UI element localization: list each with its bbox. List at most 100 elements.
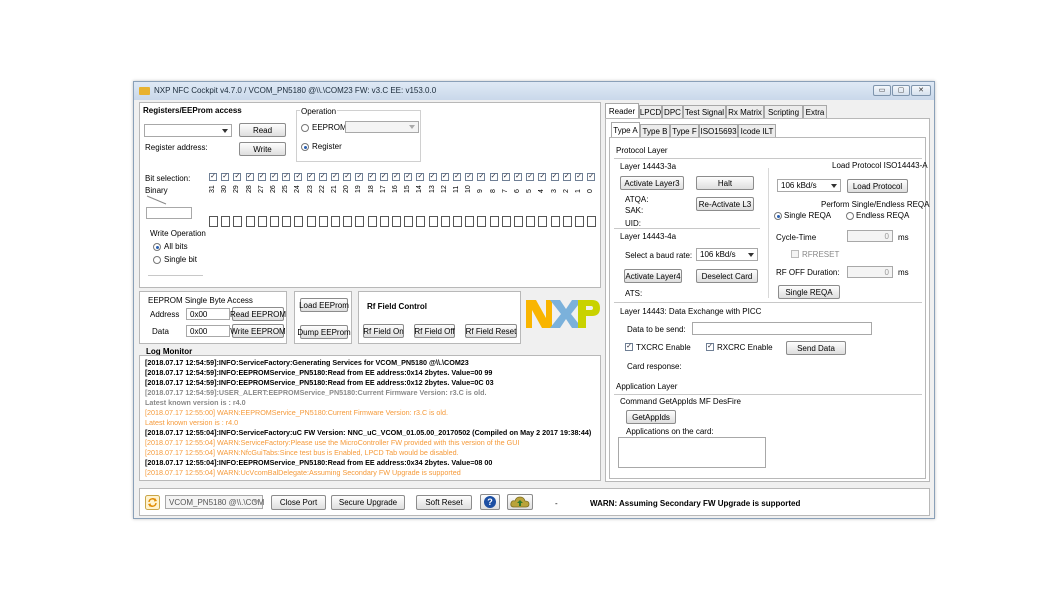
bit-checkbox[interactable]: ✓ [392, 173, 400, 181]
bit-1-select[interactable]: ✓ 1 [575, 173, 584, 197]
activate-layer3-button[interactable]: Activate Layer3 [620, 176, 684, 190]
bit-25-value[interactable] [282, 216, 292, 227]
bit-8-select[interactable]: ✓ 8 [489, 173, 499, 197]
title-bar[interactable]: NXP NFC Cockpit v4.7.0 / VCOM_PN5180 @\\… [134, 82, 934, 100]
bit-5-select[interactable]: ✓ 5 [526, 173, 535, 197]
write-button[interactable]: Write [239, 142, 286, 156]
getappids-button[interactable]: GetAppIds [626, 410, 676, 424]
bit-27-select[interactable]: ✓ 27 [257, 173, 267, 197]
bit-26-select[interactable]: ✓ 26 [270, 173, 279, 197]
close-button[interactable]: ✕ [911, 85, 931, 96]
bit-checkbox[interactable]: ✓ [343, 173, 352, 181]
bit-11-select[interactable]: ✓ 11 [453, 173, 462, 197]
bit-checkbox[interactable]: ✓ [233, 173, 242, 181]
bit-14-select[interactable]: ✓ 14 [416, 173, 425, 197]
baud-rate-combo[interactable]: 106 kBd/s [696, 248, 758, 261]
secure-upgrade-button[interactable]: Secure Upgrade [331, 495, 405, 510]
single-reqa-radio[interactable] [774, 212, 782, 220]
bit-9-value[interactable] [477, 216, 487, 227]
eeprom-radio[interactable] [301, 124, 309, 132]
subtab-iso15693[interactable]: ISO15693 [699, 124, 738, 137]
deselect-card-button[interactable]: Deselect Card [696, 269, 758, 283]
bit-checkbox[interactable]: ✓ [379, 173, 388, 181]
bit-checkbox[interactable]: ✓ [306, 173, 315, 181]
bit-7-value[interactable] [501, 216, 511, 227]
bit-checkbox[interactable]: ✓ [453, 173, 461, 181]
bit-10-select[interactable]: ✓ 10 [465, 173, 474, 197]
restore-button[interactable]: ▢ [892, 85, 910, 96]
bit-6-select[interactable]: ✓ 6 [514, 173, 523, 197]
bit-30-value[interactable] [221, 216, 231, 227]
bit-23-value[interactable] [306, 216, 316, 227]
refresh-icon[interactable] [145, 495, 160, 510]
all-bits-radio[interactable] [153, 243, 161, 251]
bit-18-value[interactable] [367, 216, 377, 227]
rf-field-off-button[interactable]: Rf Field Off [414, 324, 455, 338]
help-button[interactable]: ? [480, 494, 500, 510]
bit-checkbox[interactable]: ✓ [428, 173, 437, 181]
bit-checkbox[interactable]: ✓ [514, 173, 522, 181]
rfreset-checkbox[interactable] [791, 250, 799, 258]
bit-15-select[interactable]: ✓ 15 [404, 173, 413, 197]
apps-on-card-list[interactable] [618, 437, 766, 468]
bit-30-select[interactable]: ✓ 30 [221, 173, 230, 197]
bit-checkbox[interactable]: ✓ [440, 173, 449, 181]
bit-29-value[interactable] [233, 216, 243, 227]
tab-dpc[interactable]: DPC [662, 105, 683, 118]
bit-24-select[interactable]: ✓ 24 [294, 173, 303, 197]
rf-off-duration-input[interactable]: 0 [847, 266, 893, 278]
bit-29-select[interactable]: ✓ 29 [233, 173, 242, 197]
bit-18-select[interactable]: ✓ 18 [367, 173, 377, 197]
subtab-type-f[interactable]: Type F [670, 124, 699, 137]
address-input[interactable]: 0x00 [186, 308, 230, 320]
bit-checkbox[interactable]: ✓ [318, 173, 327, 181]
subtab-type-b[interactable]: Type B [640, 124, 670, 137]
bit-9-select[interactable]: ✓ 9 [477, 173, 486, 197]
tab-lpcd[interactable]: LPCD [639, 105, 662, 118]
load-protocol-button[interactable]: Load Protocol [847, 179, 908, 193]
rf-field-reset-button[interactable]: Rf Field Reset [465, 324, 517, 338]
bit-13-value[interactable] [428, 216, 438, 227]
write-eeprom-button[interactable]: Write EEPROM [230, 324, 286, 338]
bit-21-select[interactable]: ✓ 21 [331, 173, 340, 197]
bit-checkbox[interactable]: ✓ [331, 173, 339, 181]
bit-16-select[interactable]: ✓ 16 [392, 173, 401, 197]
bit-28-value[interactable] [245, 216, 255, 227]
eeprom-combo[interactable] [345, 121, 419, 133]
bit-13-select[interactable]: ✓ 13 [428, 173, 438, 197]
bit-checkbox[interactable]: ✓ [245, 173, 254, 181]
bit-22-select[interactable]: ✓ 22 [318, 173, 328, 197]
subtab-icode-ilt[interactable]: Icode ILT [738, 124, 776, 137]
bit-checkbox[interactable]: ✓ [550, 173, 559, 181]
log-monitor[interactable]: [2018.07.17 12:54:59]:INFO:ServiceFactor… [139, 355, 601, 481]
bit-1-value[interactable] [575, 216, 584, 227]
bit-12-value[interactable] [440, 216, 450, 227]
bit-20-select[interactable]: ✓ 20 [343, 173, 352, 197]
bit-checkbox[interactable]: ✓ [367, 173, 376, 181]
bit-24-value[interactable] [294, 216, 304, 227]
bit-2-select[interactable]: ✓ 2 [562, 173, 572, 197]
cycle-time-input[interactable]: 0 [847, 230, 893, 242]
bit-22-value[interactable] [318, 216, 328, 227]
binary-input[interactable] [146, 207, 192, 219]
send-data-button[interactable]: Send Data [786, 341, 846, 355]
bit-27-value[interactable] [257, 216, 267, 227]
reactivate-l3-button[interactable]: Re-Activate L3 [696, 197, 754, 211]
bit-0-value[interactable] [587, 216, 597, 227]
single-bit-radio[interactable] [153, 256, 161, 264]
bit-19-select[interactable]: ✓ 19 [355, 173, 364, 197]
bit-0-select[interactable]: ✓ 0 [587, 173, 596, 197]
activate-layer4-button[interactable]: Activate Layer4 [624, 269, 682, 283]
bit-7-select[interactable]: ✓ 7 [501, 173, 511, 197]
close-port-button[interactable]: Close Port [271, 495, 326, 510]
minimize-button[interactable]: ▭ [873, 85, 891, 96]
dump-eeprom-button[interactable]: Dump EEProm [297, 325, 351, 339]
read-button[interactable]: Read [239, 123, 286, 137]
bit-checkbox[interactable]: ✓ [501, 173, 510, 181]
halt-button[interactable]: Halt [696, 176, 754, 190]
bit-checkbox[interactable]: ✓ [465, 173, 474, 181]
bit-31-value[interactable] [209, 216, 218, 227]
bit-checkbox[interactable]: ✓ [538, 173, 547, 181]
bit-checkbox[interactable]: ✓ [526, 173, 535, 181]
load-protocol-combo[interactable]: 106 kBd/s [777, 179, 841, 192]
